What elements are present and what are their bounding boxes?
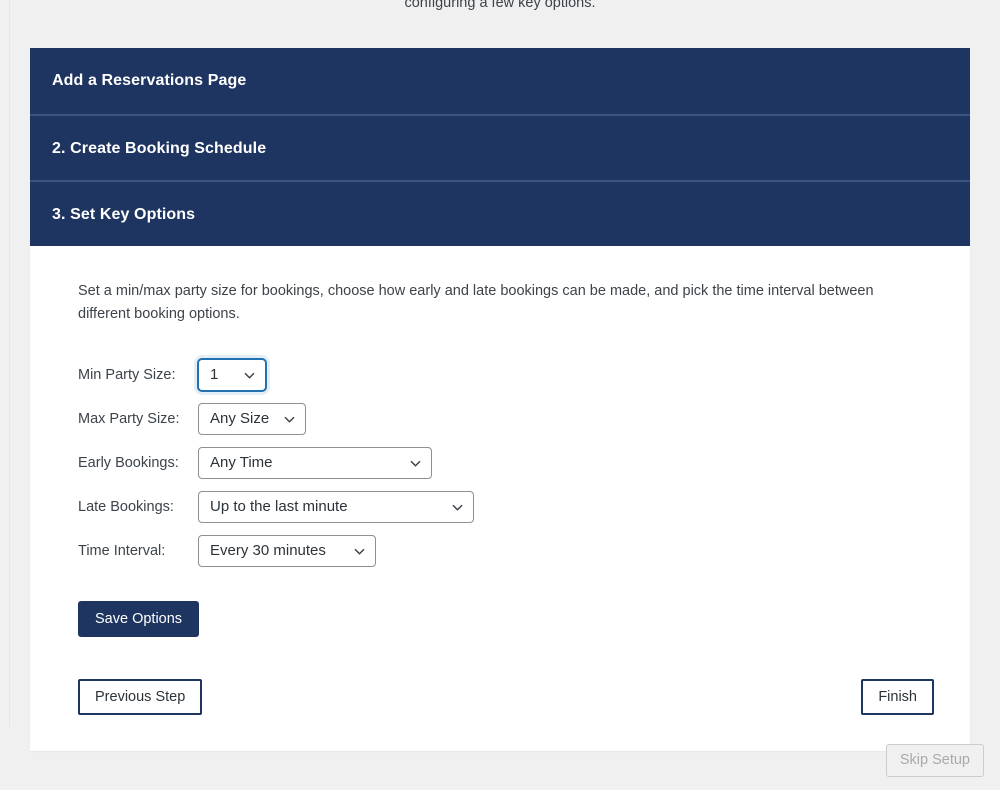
wizard-step-header-2[interactable]: 2. Create Booking Schedule <box>30 114 970 180</box>
select-wrap-min-party-size: 1 <box>198 358 266 391</box>
panel-description: Set a min/max party size for bookings, c… <box>78 283 874 323</box>
step-3-panel: Set a min/max party size for bookings, c… <box>30 246 970 751</box>
setup-wizard-card: Add a Reservations Page 2. Create Bookin… <box>30 48 970 751</box>
select-wrap-max-party-size: Any Size <box>198 402 306 435</box>
label-max-party-size: Max Party Size: <box>78 410 180 427</box>
field-row-time-interval: Time Interval: Every 30 minutes <box>78 529 970 573</box>
skip-setup-button[interactable]: Skip Setup <box>885 744 984 777</box>
previous-step-button[interactable]: Previous Step <box>78 678 203 715</box>
field-row-min-party-size: Min Party Size: 1 <box>78 353 970 397</box>
chevron-down-icon <box>452 502 463 513</box>
select-time-interval[interactable]: Every 30 minutes <box>198 534 376 567</box>
select-wrap-late-bookings: Up to the last minute <box>198 490 474 523</box>
intro-text-truncated: configuring a few key options. <box>404 0 596 11</box>
field-row-late-bookings: Late Bookings: Up to the last minute <box>78 485 970 529</box>
wizard-navigation-row: Previous Step Finish <box>30 678 970 715</box>
field-row-max-party-size: Max Party Size: Any Size <box>78 397 970 441</box>
chevron-down-icon <box>284 414 295 425</box>
select-value-min-party-size: 1 <box>210 366 219 384</box>
chevron-down-icon <box>244 370 255 381</box>
select-value-late-bookings: Up to the last minute <box>210 498 348 516</box>
finish-button[interactable]: Finish <box>861 678 934 715</box>
select-late-bookings[interactable]: Up to the last minute <box>198 490 474 523</box>
select-value-early-bookings: Any Time <box>210 454 273 472</box>
select-value-time-interval: Every 30 minutes <box>210 542 326 560</box>
select-early-bookings[interactable]: Any Time <box>198 446 432 479</box>
label-early-bookings: Early Bookings: <box>78 454 179 471</box>
chevron-down-icon <box>354 546 365 557</box>
field-row-early-bookings: Early Bookings: Any Time <box>78 441 970 485</box>
select-max-party-size[interactable]: Any Size <box>198 402 306 435</box>
label-time-interval: Time Interval: <box>78 542 166 559</box>
select-min-party-size[interactable]: 1 <box>198 358 266 391</box>
label-min-party-size: Min Party Size: <box>78 366 176 383</box>
select-value-max-party-size: Any Size <box>210 410 270 428</box>
save-options-button[interactable]: Save Options <box>78 600 200 637</box>
wizard-step-header-1[interactable]: Add a Reservations Page <box>30 48 970 114</box>
select-wrap-time-interval: Every 30 minutes <box>198 534 376 567</box>
label-late-bookings: Late Bookings: <box>78 498 174 515</box>
wizard-step-header-3[interactable]: 3. Set Key Options <box>30 180 970 246</box>
chevron-down-icon <box>410 458 421 469</box>
page-left-rule <box>9 0 10 727</box>
select-wrap-early-bookings: Any Time <box>198 446 432 479</box>
